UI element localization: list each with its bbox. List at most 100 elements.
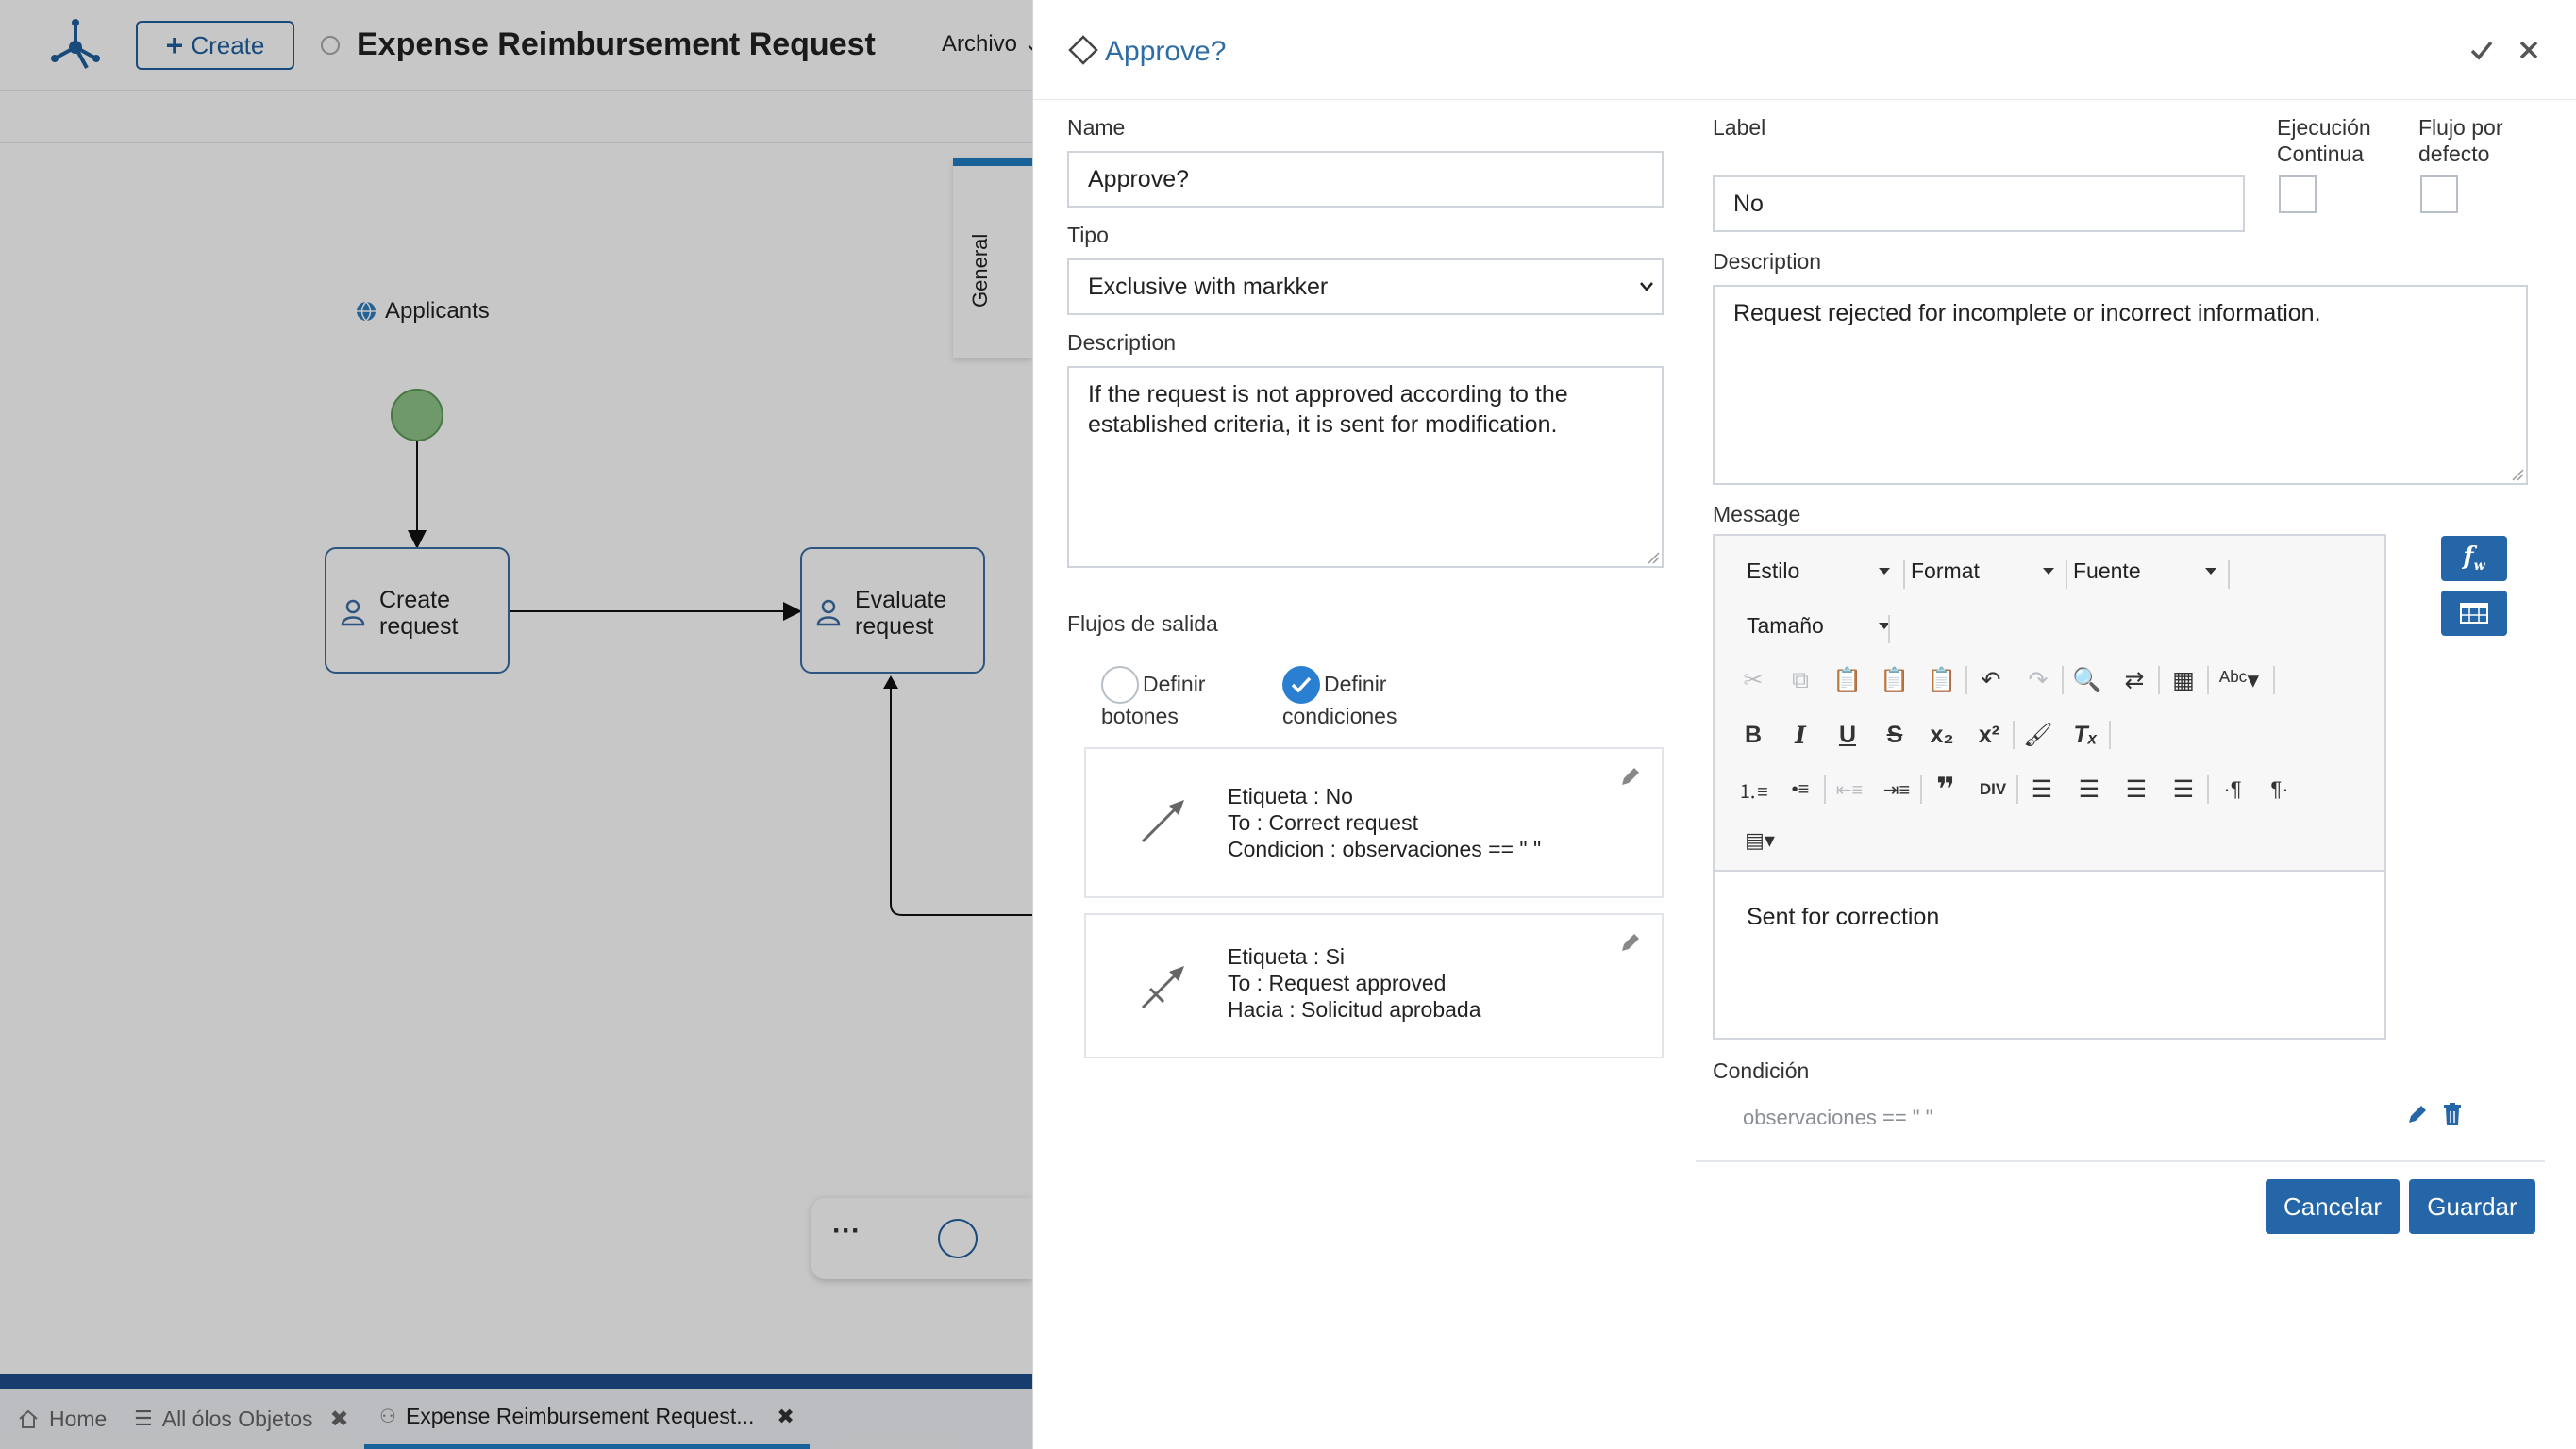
tab-all-objects[interactable]: ☰ All ólos Objetos ✖ (134, 1389, 349, 1449)
fuente-combo[interactable]: Fuente (2073, 558, 2216, 587)
start-event[interactable] (391, 389, 443, 441)
tipo-select[interactable]: Exclusive with markker (1067, 258, 1664, 315)
function-icon: fw (2463, 542, 2485, 575)
editor-separator (1824, 775, 1826, 804)
sequence-flow[interactable] (890, 679, 1032, 916)
close-icon[interactable]: ✖ (777, 1405, 794, 1429)
rtl-icon[interactable]: ¶· (2264, 774, 2296, 806)
tab-expense-request[interactable]: ⚇ Expense Reimbursement Request... ✖ (364, 1389, 810, 1449)
tab-general[interactable]: General (953, 158, 1032, 358)
flujo-defecto-label-1: Flujo por (2418, 115, 2503, 140)
chevron-down-icon: ⌄ (1024, 31, 1032, 57)
description-textarea[interactable]: If the request is not approved according… (1067, 366, 1664, 568)
radio-condiciones-label-1: Definir (1324, 672, 1387, 696)
flow-arrow-icon (1141, 800, 1184, 843)
div-container-icon[interactable]: DIV (1977, 774, 2009, 806)
editor-content[interactable]: Sent for correction (1747, 904, 1939, 931)
editor-separator (2207, 666, 2209, 694)
edit-pencil-icon[interactable] (2405, 1102, 2430, 1126)
flow-to: To : Correct request (1228, 810, 1418, 835)
underline-icon[interactable]: U (1832, 719, 1864, 751)
paste-icon[interactable]: 📋 (1832, 664, 1864, 696)
strikethrough-icon[interactable]: S (1879, 719, 1911, 751)
align-left-icon[interactable]: ☰ (2026, 774, 2058, 806)
align-right-icon[interactable]: ☰ (2120, 774, 2152, 806)
flujo-defecto-checkbox[interactable] (2420, 175, 2458, 213)
redo-icon[interactable]: ↷ (2022, 664, 2054, 696)
copy-icon[interactable]: ⧉ (1784, 664, 1816, 696)
save-button[interactable]: Guardar (2409, 1179, 2535, 1234)
find-icon[interactable]: 🔍 (2071, 664, 2103, 696)
caret-down-icon (2205, 568, 2216, 575)
cut-icon[interactable]: ✂ (1737, 664, 1769, 696)
estilo-combo[interactable]: Estilo (1747, 558, 1890, 587)
label-input[interactable]: No (1713, 175, 2245, 232)
trash-icon[interactable] (2441, 1102, 2464, 1126)
diagram-canvas[interactable]: Applicants Create request Evaluate reque… (0, 143, 1032, 1374)
task-label: Create request (379, 587, 459, 640)
condicion-value: observaciones == " " (1743, 1106, 1933, 1129)
more-icon[interactable]: ··· (832, 1215, 861, 1247)
name-label: Name (1067, 115, 1126, 140)
ejecucion-continua-checkbox[interactable] (2279, 175, 2317, 213)
remove-format-icon[interactable]: Tₓ (2069, 719, 2101, 751)
create-button[interactable]: + Create (136, 21, 294, 70)
dialog-header: Approve? (1033, 0, 2576, 100)
menu-archivo[interactable]: Archivo ⌄ (942, 30, 1032, 58)
blockquote-icon[interactable]: ❞ (1930, 772, 1962, 808)
right-description-textarea[interactable]: Request rejected for incomplete or incor… (1713, 285, 2528, 485)
ejecucion-label-2: Continua (2277, 142, 2365, 166)
flow-card[interactable]: Etiqueta : No To : Correct request Condi… (1084, 747, 1664, 898)
language-icon[interactable]: ▤▾ (1737, 824, 1782, 857)
subscript-icon[interactable]: x₂ (1926, 719, 1958, 751)
task-evaluate-request[interactable]: Evaluate request (800, 547, 985, 674)
superscript-icon[interactable]: x² (1973, 719, 2005, 751)
event-circle-icon[interactable] (938, 1219, 978, 1258)
align-center-icon[interactable]: ☰ (2073, 774, 2105, 806)
rich-text-editor: Estilo Format Fuente Tamaño ✂ ⧉ 📋 📋 📋 ↶ … (1713, 534, 2386, 1040)
label-label: Label (1713, 115, 1766, 140)
bold-icon[interactable]: B (1737, 719, 1769, 751)
replace-icon[interactable]: ⇄ (2118, 664, 2150, 696)
italic-icon[interactable]: I (1784, 719, 1816, 751)
tamano-combo[interactable]: Tamaño (1747, 613, 1890, 641)
name-input[interactable]: Approve? (1067, 151, 1664, 208)
resize-handle-icon[interactable] (1647, 551, 1660, 564)
formula-button[interactable]: fw (2441, 536, 2507, 581)
caret-down-icon (2043, 568, 2054, 575)
tab-expense-label: Expense Reimbursement Request... (405, 1404, 755, 1428)
radio-botones-label-2: botones (1101, 704, 1179, 728)
top-bar: + Create Expense Reimbursement Request A… (0, 0, 1032, 91)
close-icon[interactable]: ✖ (330, 1406, 349, 1433)
estilo-combo-label: Estilo (1747, 558, 1800, 583)
cancel-button[interactable]: Cancelar (2266, 1179, 2400, 1234)
edit-pencil-icon[interactable] (1618, 930, 1643, 955)
resize-handle-icon[interactable] (2511, 468, 2524, 481)
select-all-icon[interactable]: ▦ (2167, 664, 2200, 696)
undo-icon[interactable]: ↶ (1975, 664, 2007, 696)
paste-text-icon[interactable]: 📋 (1879, 664, 1911, 696)
outdent-icon[interactable]: ⇤≡ (1833, 774, 1865, 806)
align-justify-icon[interactable]: ☰ (2167, 774, 2200, 806)
radio-definir-botones[interactable] (1101, 666, 1139, 704)
indent-icon[interactable]: ⇥≡ (1881, 774, 1913, 806)
spellcheck-icon[interactable]: ᴬᵇᶜ▾ (2216, 664, 2262, 696)
copy-format-icon[interactable]: 🖌 (2022, 719, 2054, 751)
numbered-list-icon[interactable]: ⒈≡ (1737, 774, 1769, 806)
task-create-request[interactable]: Create request (325, 547, 510, 674)
right-description-label: Description (1713, 249, 1822, 274)
table-button[interactable] (2441, 591, 2507, 636)
app-logo-icon[interactable] (47, 17, 104, 74)
check-icon (1291, 676, 1312, 693)
tab-home[interactable]: Home (17, 1389, 107, 1449)
flow-card[interactable]: Etiqueta : Si To : Request approved Haci… (1084, 913, 1664, 1058)
ltr-icon[interactable]: ·¶ (2216, 774, 2249, 806)
menu-archivo-label: Archivo (942, 31, 1018, 57)
radio-definir-condiciones[interactable] (1282, 666, 1320, 704)
close-icon[interactable] (2518, 40, 2539, 60)
confirm-check-icon[interactable] (2469, 38, 2494, 62)
paste-word-icon[interactable]: 📋 (1926, 664, 1958, 696)
format-combo[interactable]: Format (1911, 558, 2054, 587)
bullet-list-icon[interactable]: •≡ (1784, 774, 1816, 806)
edit-pencil-icon[interactable] (1618, 764, 1643, 789)
